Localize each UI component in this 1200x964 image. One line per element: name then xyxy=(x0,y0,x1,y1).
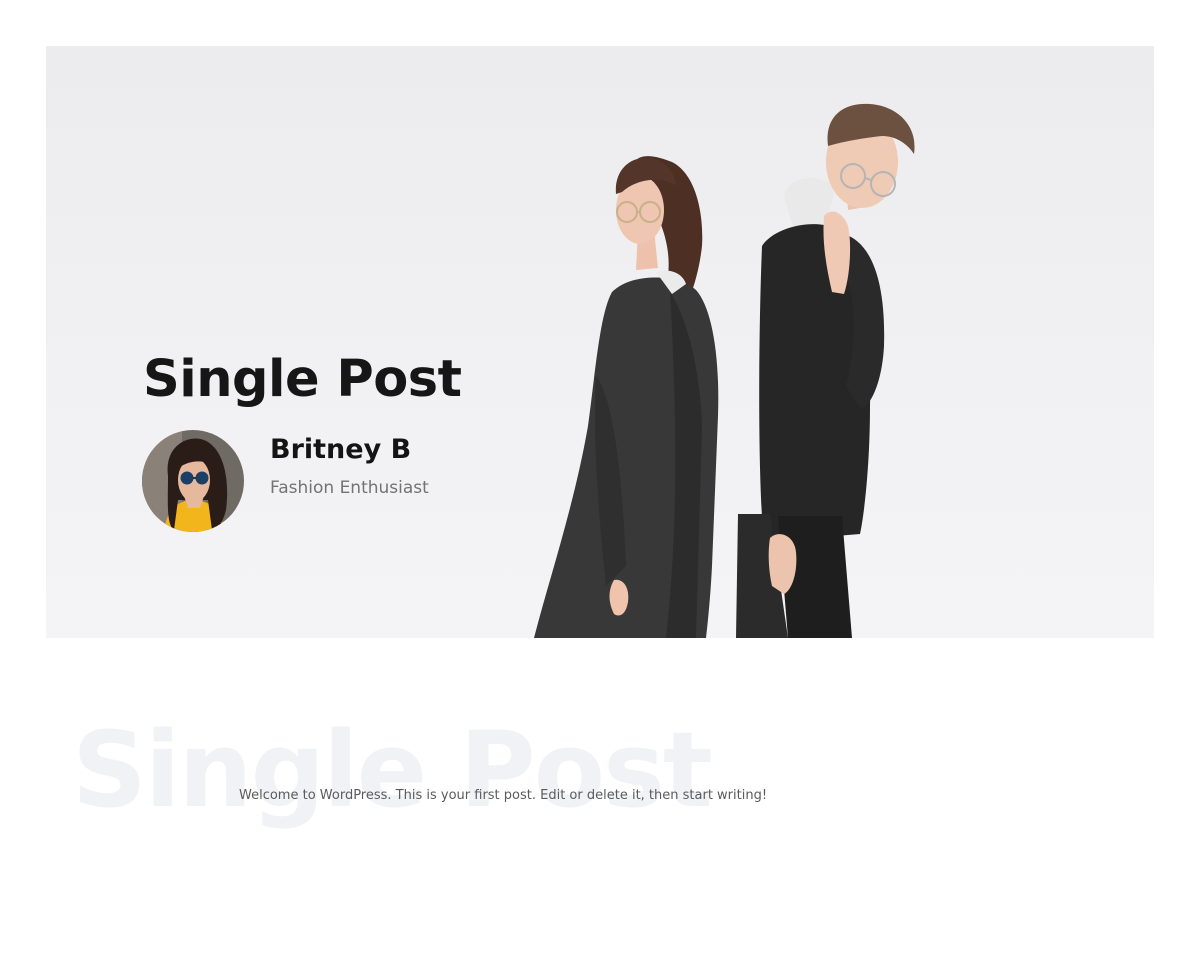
author-avatar[interactable] xyxy=(142,430,244,532)
author-role: Fashion Enthusiast xyxy=(270,478,429,498)
post-title-watermark: Single Post xyxy=(72,709,713,831)
post-hero-banner: Single Post Britney B Fashion Enthusiast xyxy=(46,46,1154,638)
author-name[interactable]: Britney B xyxy=(270,434,411,465)
post-body-text: Welcome to WordPress. This is your first… xyxy=(239,788,768,803)
author-avatar-photo xyxy=(142,430,244,532)
fashion-couple-photo xyxy=(534,103,915,638)
post-title: Single Post xyxy=(143,350,462,409)
